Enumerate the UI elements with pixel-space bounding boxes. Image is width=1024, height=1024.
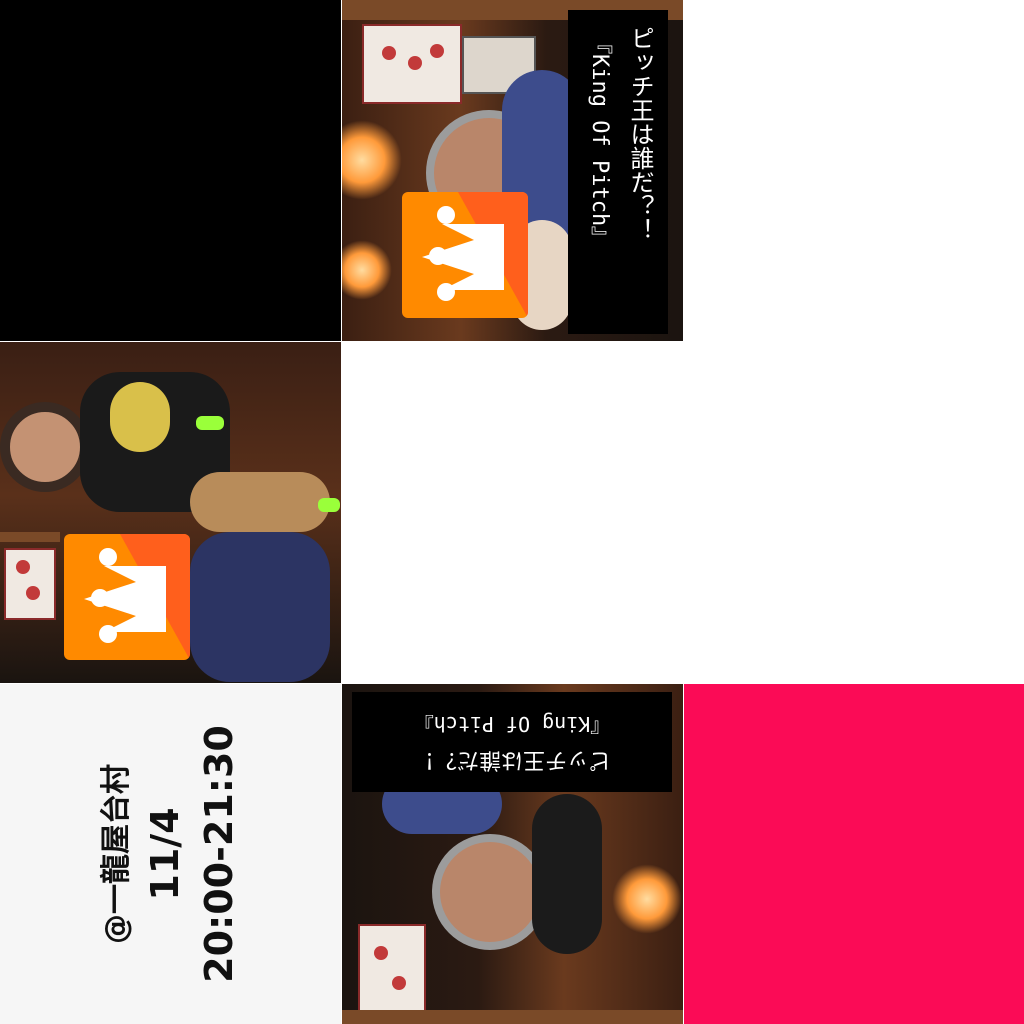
person-legs [190, 472, 330, 532]
person-dark [532, 794, 602, 954]
event-venue: @一龍屋台村 [98, 764, 134, 944]
shirt-print [110, 382, 170, 452]
shelf [0, 532, 60, 542]
event-date: 11/4 [142, 807, 187, 901]
black-panel [0, 0, 341, 341]
photo-tile-left [0, 342, 341, 683]
wristband [196, 416, 224, 430]
event-info-panel: @一龍屋台村 11/4 20:00-21:30 [0, 684, 341, 1024]
crown-logo-icon [64, 534, 190, 660]
caption-subtitle: 『King Of Pitch』 [413, 712, 611, 736]
photo-tile-top: ピッチ王は誰だ？！ 『King Of Pitch』 [342, 0, 683, 341]
person-jeans [190, 532, 330, 682]
caption-title: ピッチ王は誰だ？！ [413, 747, 612, 772]
poster [358, 924, 426, 1018]
shelf [342, 1010, 683, 1024]
caption-subtitle: 『King Of Pitch』 [587, 32, 612, 249]
blank-column [683, 0, 1024, 683]
person-head [0, 402, 90, 492]
photo-tile-bottom: ピッチ王は誰だ？！ 『King Of Pitch』 [342, 684, 683, 1024]
crown-logo-icon [402, 192, 528, 318]
caption-title: ピッチ王は誰だ？！ [626, 26, 654, 242]
accent-panel [684, 684, 1024, 1024]
poster [4, 548, 56, 620]
poster [362, 24, 462, 104]
caption-box: ピッチ王は誰だ？！ 『King Of Pitch』 [568, 10, 668, 334]
wristband [318, 498, 340, 512]
lamp [612, 864, 682, 934]
blank-panel [342, 342, 683, 683]
caption-box: ピッチ王は誰だ？！ 『King Of Pitch』 [352, 692, 672, 792]
person-head [432, 834, 548, 950]
event-time: 20:00-21:30 [196, 725, 241, 983]
